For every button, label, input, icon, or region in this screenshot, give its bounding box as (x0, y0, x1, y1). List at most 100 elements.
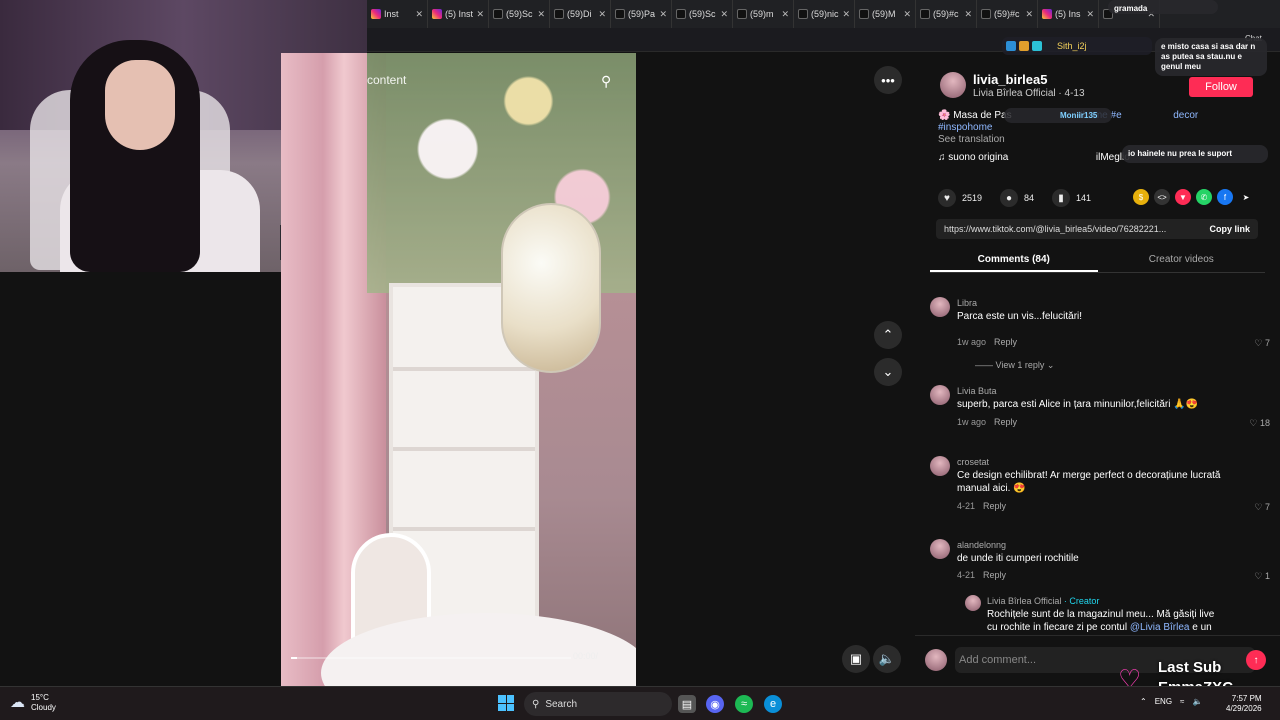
whatsapp-icon[interactable]: ✆ (1196, 189, 1212, 205)
browser-tab[interactable]: (59)Sc ✕ (489, 0, 550, 28)
post-comment-button[interactable]: ↑ (1246, 650, 1266, 670)
taskbar-search[interactable]: ⚲ Search (524, 692, 672, 716)
weather-widget[interactable]: ☁ 15°C Cloudy (10, 693, 56, 713)
hashtag-inspohome[interactable]: #inspohome (938, 122, 992, 133)
commenter-name[interactable]: Libra (957, 298, 977, 308)
browser-tab-label: (59)Sc (506, 9, 533, 19)
video-search-placeholder[interactable]: content (367, 73, 406, 87)
edge-icon[interactable]: e (764, 695, 782, 713)
save-count: 141 (1076, 193, 1092, 203)
tiktok-icon (737, 9, 747, 19)
reply-button[interactable]: Reply (994, 417, 1017, 427)
creator-name-line[interactable]: Livia Bîrlea Official · Creator (987, 596, 1099, 606)
share-link-box[interactable]: https://www.tiktok.com/@livia_birlea5/vi… (936, 219, 1258, 239)
browser-tab[interactable]: (59)Pa ✕ (611, 0, 672, 28)
previous-video-button[interactable]: ⌃ (874, 321, 902, 349)
video-progress-bar[interactable] (291, 657, 571, 659)
browser-tab[interactable]: Inst ✕ (367, 0, 428, 28)
view-replies-link[interactable]: —— View 1 reply ⌄ (975, 360, 1054, 371)
browser-tab-label: (59)Pa (628, 9, 656, 19)
send-to-friend-icon[interactable]: ▼ (1175, 189, 1191, 205)
more-options-icon[interactable]: ••• (874, 66, 902, 94)
author-username[interactable]: livia_birlea5 (973, 72, 1047, 87)
speaker-icon[interactable]: 🔈 (1192, 697, 1202, 706)
close-tab-icon[interactable]: ✕ (598, 9, 606, 20)
comment-like[interactable]: ♡ 7 (1254, 338, 1270, 349)
browser-tab[interactable]: (59)M ✕ (855, 0, 916, 28)
author-avatar[interactable] (940, 72, 966, 98)
close-tab-icon[interactable]: ✕ (415, 9, 423, 20)
system-tray[interactable]: ⌃ ENG ≈ 🔈 (1140, 697, 1202, 706)
wifi-icon[interactable]: ≈ (1180, 697, 1184, 706)
windows-start-icon[interactable] (498, 695, 514, 711)
reply-button[interactable]: Reply (983, 501, 1006, 511)
comment-like[interactable]: ♡ 1 (1254, 571, 1270, 582)
commenter-name[interactable]: crosetat (957, 457, 989, 467)
music-note-icon: ♫ (938, 152, 946, 163)
comments-list[interactable]: Libra Parca este un vis...felucitări! 1w… (915, 289, 1280, 634)
webcam-person-face (105, 60, 175, 150)
reply-button[interactable]: Reply (994, 337, 1017, 347)
tab-comments[interactable]: Comments (84) (930, 251, 1098, 272)
comment-icon[interactable]: ● (1000, 189, 1019, 207)
bookmark-icon[interactable]: ▮ (1052, 189, 1071, 207)
tray-chevron-icon[interactable]: ⌃ (1140, 697, 1147, 706)
browser-tab[interactable]: (5) Ins ✕ (1038, 0, 1099, 28)
browser-tab[interactable]: (59)nic ✕ (794, 0, 855, 28)
hashtag-decor[interactable]: decor (1173, 110, 1198, 121)
browser-tab[interactable]: (59)Sc ✕ (672, 0, 733, 28)
creator-avatar[interactable] (965, 595, 981, 611)
commenter-avatar[interactable] (930, 539, 950, 559)
video-light-bulb (501, 203, 601, 373)
close-tab-icon[interactable]: ✕ (476, 9, 484, 20)
commenter-avatar[interactable] (930, 456, 950, 476)
tab-creator-videos[interactable]: Creator videos (1098, 251, 1266, 272)
browser-tab[interactable]: (59)#c ✕ (977, 0, 1038, 28)
close-tab-icon[interactable]: ✕ (1025, 9, 1033, 20)
share-arrow-icon[interactable]: ➤ (1238, 189, 1254, 205)
close-tab-icon[interactable]: ✕ (720, 9, 728, 20)
browser-tab[interactable]: (5) Inst ✕ (428, 0, 489, 28)
heart-icon: ♡ (1249, 418, 1258, 428)
comment-like[interactable]: ♡ 18 (1249, 418, 1270, 429)
reply-button[interactable]: Reply (983, 570, 1006, 580)
volume-icon[interactable]: 🔈 (873, 645, 901, 673)
screen: Inst ✕ (5) Inst ✕ (59)Sc ✕ (59)Di ✕ (59)Pa ✕ (59)S… (0, 0, 1280, 720)
close-tab-icon[interactable]: ✕ (781, 9, 789, 20)
commenter-name[interactable]: Livia Buta (957, 386, 997, 396)
like-icon[interactable]: ♥ (938, 189, 956, 207)
commenter-avatar[interactable] (930, 385, 950, 405)
follow-button[interactable]: Follow (1189, 77, 1253, 97)
facebook-icon[interactable]: f (1217, 189, 1233, 205)
close-tab-icon[interactable]: ✕ (964, 9, 972, 20)
see-translation-link[interactable]: See translation (938, 134, 1005, 145)
sound-info[interactable]: ♫ suono origina ilMeglio (938, 152, 1130, 163)
close-tab-icon[interactable]: ✕ (1086, 9, 1094, 20)
commenter-avatar[interactable] (930, 297, 950, 317)
browser-tab[interactable]: (59)m ✕ (733, 0, 794, 28)
embed-icon[interactable]: <> (1154, 189, 1170, 205)
commenter-name[interactable]: alandelonng (957, 540, 1006, 550)
close-tab-icon[interactable]: ✕ (903, 9, 911, 20)
clock-date: 4/29/2026 (1226, 704, 1262, 713)
close-tab-icon[interactable]: ✕ (842, 9, 850, 20)
close-tab-icon[interactable]: ✕ (659, 9, 667, 20)
picture-in-picture-icon[interactable]: ▣ (842, 645, 870, 673)
taskbar-clock[interactable]: 7:57 PM 4/29/2026 (1226, 694, 1262, 714)
search-icon[interactable]: ⚲ (601, 73, 611, 90)
file-explorer-icon[interactable]: ▤ (678, 695, 696, 713)
spotify-icon[interactable]: ≈ (735, 695, 753, 713)
discord-icon[interactable]: ◉ (706, 695, 724, 713)
close-tab-icon[interactable]: ✕ (537, 9, 545, 20)
coin-icon[interactable]: $ (1133, 189, 1149, 205)
browser-tab[interactable]: (59)Di ✕ (550, 0, 611, 28)
next-video-button[interactable]: ⌄ (874, 358, 902, 386)
copy-link-button[interactable]: Copy link (1209, 224, 1250, 234)
language-indicator[interactable]: ENG (1155, 697, 1172, 706)
mention-link[interactable]: @Livia Bîrlea (1130, 622, 1190, 633)
video-player[interactable]: content ⚲ 00:00/ (281, 53, 636, 686)
comment-time: 1w ago (957, 417, 987, 427)
browser-tab[interactable]: (59)#c ✕ (916, 0, 977, 28)
comment-like[interactable]: ♡ 7 (1254, 502, 1270, 513)
comments-tabs: Comments (84) Creator videos (930, 251, 1265, 273)
